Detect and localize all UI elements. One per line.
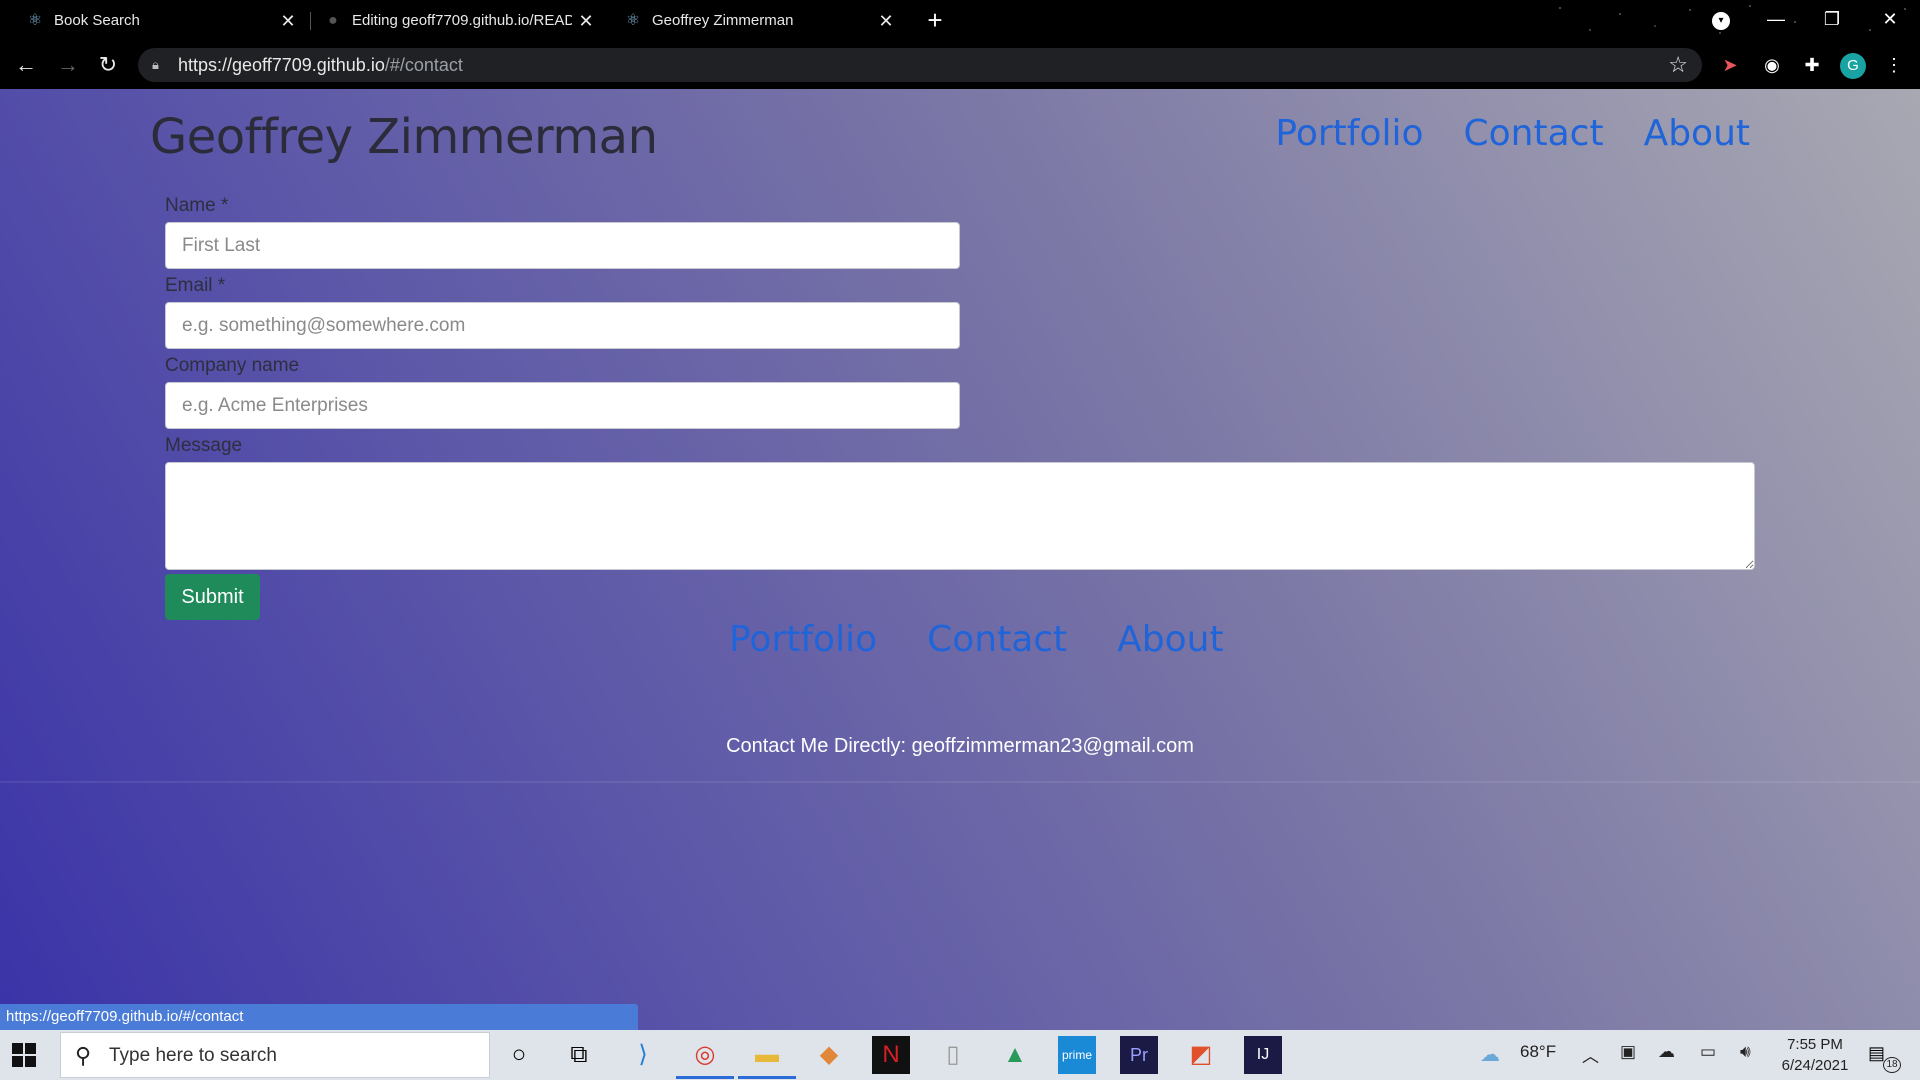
email-field[interactable] [165, 302, 960, 349]
intellij-icon[interactable]: IJ [1244, 1036, 1282, 1074]
extension-circle-icon[interactable]: ◉ [1760, 53, 1784, 77]
volume-icon[interactable]: 🔊︎ [1740, 1042, 1751, 1062]
office-icon[interactable]: ◩ [1182, 1036, 1220, 1074]
clock-date: 6/24/2021 [1781, 1057, 1849, 1074]
gitkraken-icon[interactable]: ◆ [810, 1036, 848, 1074]
footer-link-contact[interactable]: Contact [927, 619, 1067, 660]
chrome-active-indicator [676, 1076, 734, 1079]
extension-icon[interactable]: ➤ [1718, 53, 1742, 77]
close-icon[interactable]: ✕ [876, 11, 896, 31]
cortana-icon[interactable]: ○ [500, 1036, 538, 1074]
tab-search-dropdown-icon[interactable]: ▾ [1712, 12, 1730, 30]
message-field[interactable] [165, 462, 1755, 570]
search-icon: ⚲ [75, 1043, 92, 1068]
footer-nav: Portfolio Contact About [729, 619, 1224, 660]
notification-count-badge: 18 [1883, 1057, 1901, 1073]
company-field[interactable] [165, 382, 960, 429]
task-view-icon[interactable]: ⧉ [560, 1036, 598, 1074]
profile-avatar[interactable]: G [1840, 53, 1866, 79]
forward-arrow-icon[interactable]: → [54, 51, 82, 79]
prime-video-icon[interactable]: prime [1058, 1036, 1096, 1074]
weather-cloud-icon[interactable]: ☁ [1480, 1042, 1500, 1067]
tab-title: Book Search [54, 12, 140, 29]
rocket-app-icon[interactable]: ▲ [996, 1036, 1034, 1074]
bookmark-star-icon[interactable]: ☆ [1668, 53, 1688, 77]
restore-icon[interactable]: ❐ [1814, 4, 1850, 34]
close-icon[interactable]: ✕ [576, 11, 596, 31]
kebab-menu-icon[interactable]: ⋮ [1882, 53, 1906, 77]
top-nav: Portfolio Contact About [1275, 113, 1750, 154]
windows-start-icon[interactable] [12, 1043, 36, 1067]
meet-now-icon[interactable]: ▣ [1620, 1042, 1636, 1062]
site-brand: Geoffrey Zimmerman [150, 109, 658, 165]
browser-tab-strip: ⚛ Book Search ✕ ● Editing geoff7709.gith… [0, 0, 1920, 41]
page-content: Geoffrey Zimmerman Portfolio Contact Abo… [0, 89, 1920, 1030]
minimize-icon[interactable]: — [1758, 4, 1794, 34]
footer-link-portfolio[interactable]: Portfolio [729, 619, 877, 660]
github-icon: ● [328, 12, 338, 29]
lock-icon[interactable]: 🔒︎ [152, 56, 166, 74]
netflix-icon[interactable]: N [872, 1036, 910, 1074]
taskbar-search-input[interactable]: ⚲ Type here to search [60, 1032, 490, 1078]
tab-editing-readme[interactable]: ● Editing geoff7709.github.io/READ ✕ [324, 0, 596, 41]
file-explorer-icon[interactable]: ▬ [748, 1036, 786, 1074]
name-label: Name * [165, 195, 229, 216]
react-icon: ⚛ [625, 12, 641, 29]
react-icon: ⚛ [27, 12, 43, 29]
chrome-icon[interactable]: ◎ [686, 1036, 724, 1074]
link-status-bar: https://geoff7709.github.io/#/contact [0, 1004, 638, 1030]
browser-toolbar: ← → ↻ 🔒︎ https://geoff7709.github.io/#/c… [0, 41, 1920, 89]
premiere-pro-icon[interactable]: Pr [1120, 1036, 1158, 1074]
onedrive-icon[interactable]: ☁ [1658, 1042, 1675, 1062]
taskbar: ⚲ Type here to search ○ ⧉ ⟩ ◎ ▬ ◆ N ▯ ▲ … [0, 1030, 1920, 1080]
reload-icon[interactable]: ↻ [94, 51, 122, 79]
weather-temp[interactable]: 68°F [1520, 1042, 1556, 1062]
new-tab-plus-icon[interactable]: + [924, 7, 946, 33]
company-label: Company name [165, 355, 300, 376]
footer-link-about[interactable]: About [1117, 619, 1223, 660]
clock-time: 7:55 PM [1787, 1036, 1843, 1053]
tab-geoffrey-zimmerman[interactable]: ⚛ Geoffrey Zimmerman ✕ [624, 0, 896, 41]
explorer-active-indicator [738, 1076, 796, 1079]
nav-link-contact[interactable]: Contact [1464, 113, 1604, 154]
close-icon[interactable]: ✕ [278, 11, 298, 31]
tab-book-search[interactable]: ⚛ Book Search ✕ [26, 0, 298, 41]
email-label: Email * [165, 275, 226, 296]
tab-title: Geoffrey Zimmerman [652, 12, 794, 29]
taskbar-clock[interactable]: 7:55 PM 6/24/2021 [1770, 1034, 1860, 1076]
contact-form: Name * Email * Company name Message Subm… [165, 194, 1755, 620]
tab-separator [310, 12, 311, 30]
notepad-icon[interactable]: ▯ [934, 1036, 972, 1074]
tab-title: Editing geoff7709.github.io/READ [352, 12, 572, 29]
url-text[interactable]: https://geoff7709.github.io/#/contact [178, 55, 463, 76]
extensions-puzzle-icon[interactable]: ✚ [1800, 53, 1824, 77]
site-header: Geoffrey Zimmerman Portfolio Contact Abo… [150, 109, 1750, 169]
tray-chevron-up-icon[interactable]: ︿ [1582, 1042, 1599, 1067]
address-bar[interactable]: 🔒︎ https://geoff7709.github.io/#/contact… [138, 48, 1702, 82]
search-placeholder: Type here to search [109, 1045, 277, 1066]
nav-link-portfolio[interactable]: Portfolio [1275, 113, 1423, 154]
vscode-icon[interactable]: ⟩ [624, 1036, 662, 1074]
battery-icon[interactable]: ▭ [1700, 1042, 1716, 1062]
back-arrow-icon[interactable]: ← [12, 51, 40, 79]
submit-button[interactable]: Submit [165, 574, 260, 620]
nav-link-about[interactable]: About [1644, 113, 1750, 154]
name-field[interactable] [165, 222, 960, 269]
window-close-icon[interactable]: ✕ [1872, 4, 1908, 34]
footer-contact-email: Contact Me Directly: geoffzimmerman23@gm… [726, 735, 1194, 757]
message-label: Message [165, 435, 243, 456]
page-divider [0, 781, 1920, 783]
